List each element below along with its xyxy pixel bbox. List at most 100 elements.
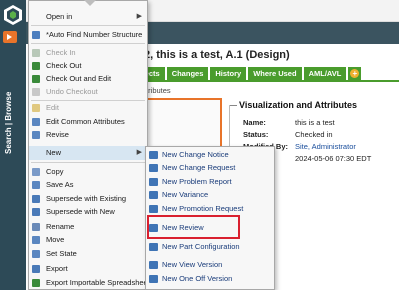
expand-rail-button[interactable] bbox=[3, 31, 17, 43]
menu-item-open-in[interactable]: Open in ▶ bbox=[29, 10, 147, 24]
check-out-edit-icon bbox=[32, 75, 40, 83]
chevron-right-icon: ▶ bbox=[136, 149, 142, 156]
attribute-key: Status: bbox=[243, 130, 269, 139]
submenu-item-new-change-notice[interactable]: New Change Notice bbox=[146, 148, 274, 162]
menu-item-move[interactable]: Move bbox=[29, 233, 147, 247]
rename-icon bbox=[32, 223, 40, 231]
menu-item-undo-checkout[interactable]: Undo Checkout bbox=[29, 85, 147, 99]
submenu-item-label: New Variance bbox=[162, 190, 209, 199]
promotion-request-icon bbox=[149, 205, 158, 213]
attribute-value: this is a test bbox=[295, 118, 335, 127]
menu-item-save-as[interactable]: Save As bbox=[29, 178, 147, 192]
part-configuration-icon bbox=[149, 243, 158, 251]
menu-item-label: Revise bbox=[46, 130, 69, 139]
submenu-item-new-part-configuration[interactable]: New Part Configuration bbox=[146, 240, 274, 254]
new-review-highlight bbox=[147, 215, 240, 239]
menu-item-label: Export bbox=[46, 264, 68, 273]
menu-item-edit-common-attributes[interactable]: Edit Common Attributes bbox=[29, 115, 147, 129]
menu-item-label: New bbox=[46, 148, 62, 157]
submenu-item-new-problem-report[interactable]: New Problem Report bbox=[146, 175, 274, 189]
menu-item-label: Undo Checkout bbox=[46, 87, 98, 96]
add-tab-button[interactable]: + bbox=[348, 67, 362, 80]
menu-divider bbox=[31, 25, 145, 26]
modified-by-link[interactable]: Site, Administrator bbox=[295, 142, 356, 151]
tab-where-used[interactable]: Where Used bbox=[248, 67, 302, 80]
attribute-key: Name: bbox=[243, 118, 266, 127]
menu-item-label: Rename bbox=[46, 222, 75, 231]
menu-caret bbox=[84, 0, 96, 6]
menu-item-new[interactable]: New ▶ bbox=[29, 146, 147, 160]
page-title: 2, this is a test, A.1 (Design) bbox=[144, 49, 290, 61]
save-as-icon bbox=[32, 181, 40, 189]
revise-icon bbox=[32, 131, 40, 139]
menu-item-label: Check Out and Edit bbox=[46, 74, 112, 83]
visualization-title: Visualization and Attributes bbox=[239, 100, 358, 110]
menu-item-edit[interactable]: Edit bbox=[29, 101, 147, 115]
menu-item-set-state[interactable]: Set State bbox=[29, 247, 147, 261]
attribute-row-status: Status: Checked in bbox=[243, 130, 333, 139]
menu-item-label: Check Out bbox=[46, 61, 82, 70]
submenu-item-label: New View Version bbox=[162, 260, 223, 269]
undo-checkout-icon bbox=[32, 88, 40, 96]
menu-item-label: Copy bbox=[46, 167, 64, 176]
submenu-item-new-change-request[interactable]: New Change Request bbox=[146, 161, 274, 175]
variance-icon bbox=[149, 191, 158, 199]
one-off-version-icon bbox=[149, 275, 158, 283]
menu-item-check-out-and-edit[interactable]: Check Out and Edit bbox=[29, 72, 147, 86]
menu-item-export-importable-spreadsheet[interactable]: Export Importable Spreadsheet bbox=[29, 276, 150, 290]
menu-item-label: Edit Common Attributes bbox=[46, 117, 125, 126]
menu-item-label: Move bbox=[46, 235, 65, 244]
search-browse-tab[interactable]: Search | Browse bbox=[4, 64, 18, 154]
menu-item-check-in[interactable]: Check In bbox=[29, 46, 147, 60]
attribute-row-name: Name: this is a test bbox=[243, 118, 335, 127]
submenu-item-label: New Part Configuration bbox=[162, 242, 240, 251]
tab-changes[interactable]: Changes bbox=[166, 67, 209, 80]
menu-divider bbox=[31, 162, 145, 163]
submenu-item-new-view-version[interactable]: New View Version bbox=[146, 258, 274, 272]
supersede-existing-icon bbox=[32, 195, 40, 203]
menu-item-label: Set State bbox=[46, 249, 77, 258]
export-icon bbox=[32, 265, 40, 273]
plus-circle-icon: + bbox=[350, 69, 360, 78]
menu-item-check-out[interactable]: Check Out bbox=[29, 59, 147, 73]
panel-rule bbox=[229, 105, 237, 106]
move-icon bbox=[32, 236, 40, 244]
menu-item-auto-find-number-structure[interactable]: *Auto Find Number Structure bbox=[29, 28, 147, 42]
edit-icon bbox=[32, 104, 40, 112]
submenu-item-label: New One Off Version bbox=[162, 274, 233, 283]
tab-aml-avl[interactable]: AML/AVL bbox=[303, 67, 347, 80]
submenu-item-label: New Promotion Request bbox=[162, 204, 244, 213]
menu-item-export[interactable]: Export bbox=[29, 262, 147, 276]
menu-item-label: Check In bbox=[46, 48, 76, 57]
submenu-item-new-one-off-version[interactable]: New One Off Version bbox=[146, 272, 274, 286]
copy-icon bbox=[32, 168, 40, 176]
submenu-item-new-promotion-request[interactable]: New Promotion Request bbox=[146, 202, 274, 216]
submenu-item-label: New Change Request bbox=[162, 163, 236, 172]
menu-item-supersede-with-existing[interactable]: Supersede with Existing bbox=[29, 192, 147, 206]
menu-item-revise[interactable]: Revise bbox=[29, 128, 147, 142]
tab-underline bbox=[136, 80, 399, 82]
supersede-new-icon bbox=[32, 208, 40, 216]
check-out-icon bbox=[32, 62, 40, 70]
change-request-icon bbox=[149, 164, 158, 172]
menu-item-label: Save As bbox=[46, 180, 74, 189]
menu-item-label: Export Importable Spreadsheet bbox=[46, 278, 150, 287]
actions-menu: Open in ▶ *Auto Find Number Structure Ch… bbox=[28, 0, 150, 290]
menu-item-copy[interactable]: Copy bbox=[29, 165, 147, 179]
menu-item-label: Supersede with New bbox=[46, 207, 115, 216]
menu-divider bbox=[31, 43, 145, 44]
edit-attributes-icon bbox=[32, 118, 40, 126]
menu-item-label: Open in bbox=[46, 12, 73, 21]
problem-report-icon bbox=[149, 178, 158, 186]
submenu-item-new-variance[interactable]: New Variance bbox=[146, 188, 274, 202]
attribute-value: 2024-05-06 07:30 EDT bbox=[295, 154, 372, 163]
menu-item-supersede-with-new[interactable]: Supersede with New bbox=[29, 205, 147, 219]
chevron-right-icon: ▶ bbox=[136, 13, 142, 20]
left-rail: Search | Browse bbox=[0, 0, 26, 290]
submenu-item-label: New Change Notice bbox=[162, 150, 229, 159]
attribute-value: Checked in bbox=[295, 130, 333, 139]
structure-icon bbox=[32, 31, 40, 39]
menu-item-label: Supersede with Existing bbox=[46, 194, 127, 203]
menu-item-rename[interactable]: Rename bbox=[29, 220, 147, 234]
tab-history[interactable]: History bbox=[210, 67, 247, 80]
